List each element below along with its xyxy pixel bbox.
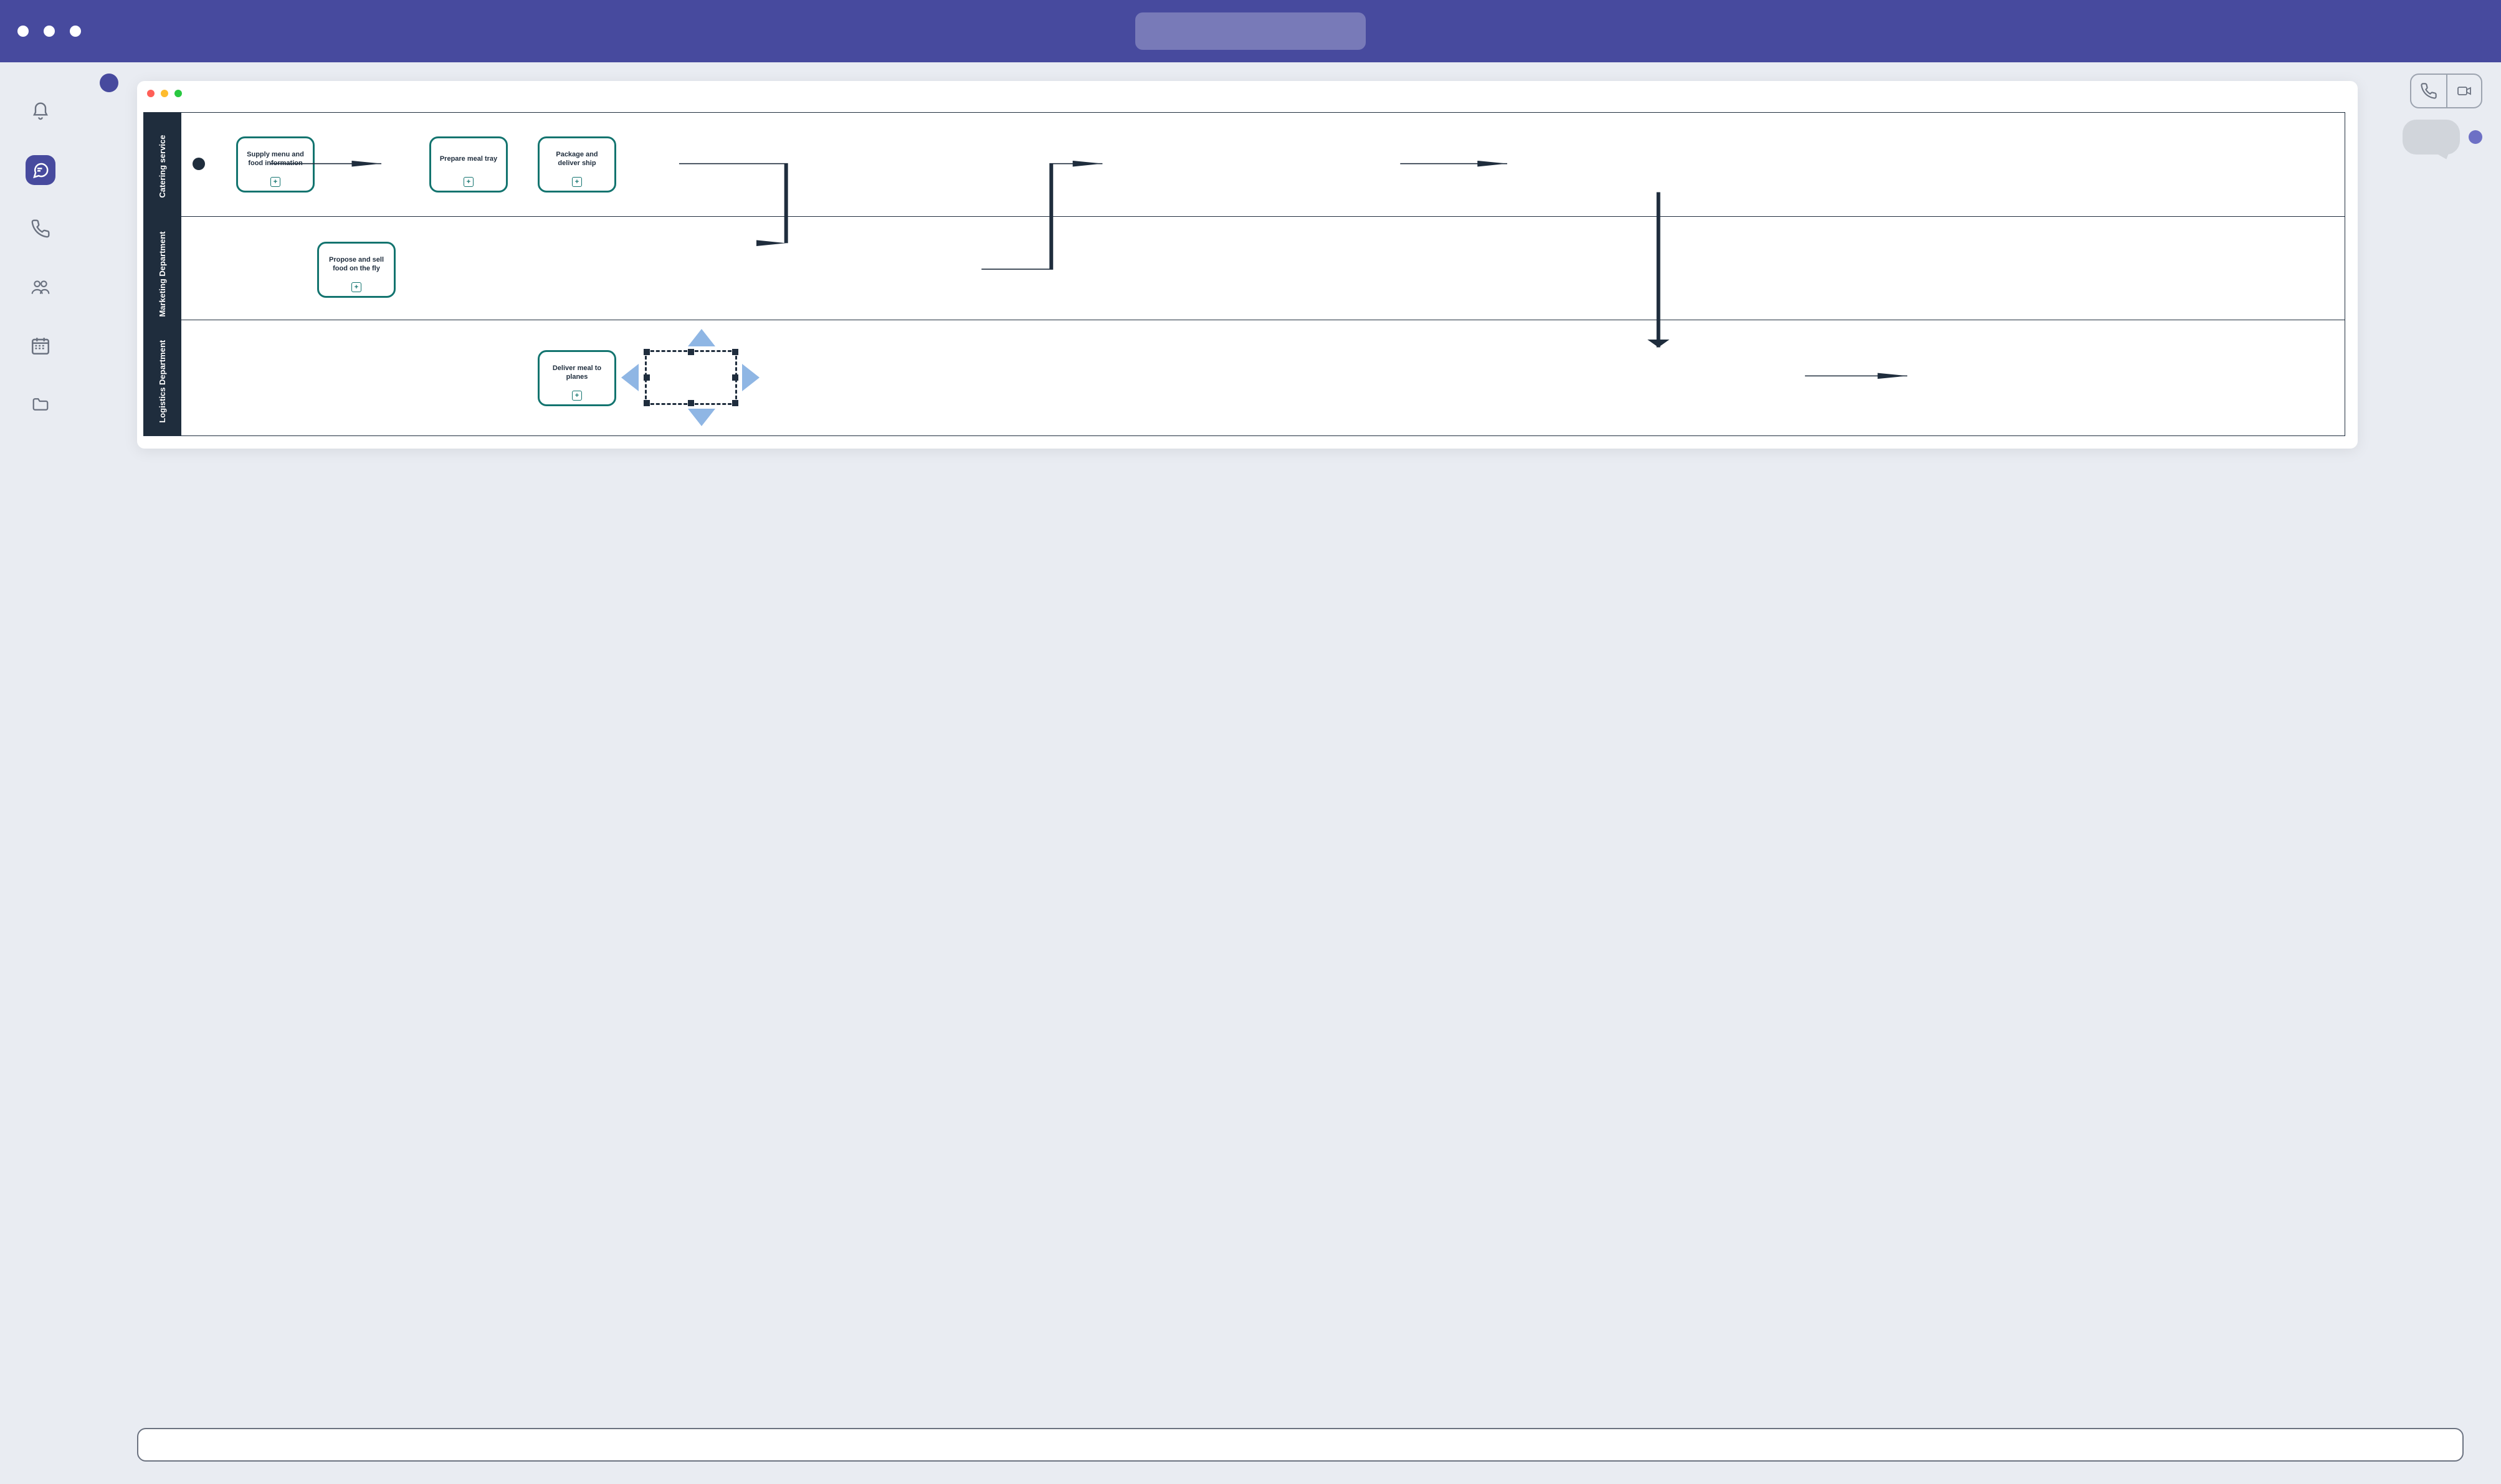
traffic-light-dot — [17, 26, 29, 37]
message-input[interactable] — [137, 1428, 2464, 1462]
start-event[interactable] — [193, 158, 205, 170]
task-label: Propose and sell food on the fly — [324, 246, 389, 282]
lane-label: Marketing Department — [144, 221, 181, 328]
selected-placeholder[interactable] — [642, 350, 761, 407]
inner-window-controls — [137, 81, 2358, 106]
subprocess-marker: + — [572, 391, 582, 401]
task-label: Prepare meal tray — [440, 141, 497, 177]
bpmn-canvas[interactable]: Supply menu and food information + Prepa… — [181, 113, 2345, 435]
task-deliver[interactable]: Deliver meal to planes + — [538, 350, 616, 406]
subprocess-marker: + — [572, 177, 582, 187]
accent-dot — [100, 74, 118, 92]
bpmn-pool: Catering service Marketing Department Lo… — [143, 112, 2345, 436]
traffic-light-dot — [44, 26, 55, 37]
maximize-icon[interactable] — [174, 90, 182, 97]
calendar-icon[interactable] — [26, 331, 55, 361]
call-controls — [2410, 74, 2482, 108]
task-package[interactable]: Package and deliver ship + — [538, 136, 616, 193]
close-icon[interactable] — [147, 90, 155, 97]
lane-label: Logistics Department — [144, 328, 181, 435]
task-label: Deliver meal to planes — [545, 354, 609, 391]
presence-dot — [2469, 130, 2482, 144]
diagram-window: Catering service Marketing Department Lo… — [137, 81, 2358, 449]
chat-icon[interactable] — [26, 155, 55, 185]
task-label: Supply menu and food information — [243, 141, 308, 177]
task-supply[interactable]: Supply menu and food information + — [236, 136, 315, 193]
lane-label: Catering service — [144, 113, 181, 221]
calls-icon[interactable] — [26, 214, 55, 244]
search-input[interactable] — [1135, 12, 1366, 50]
task-propose[interactable]: Propose and sell food on the fly + — [317, 242, 396, 298]
app-titlebar — [0, 0, 2501, 62]
task-label: Package and deliver ship — [545, 141, 609, 177]
subprocess-marker: + — [351, 282, 361, 292]
video-call-button[interactable] — [2446, 75, 2481, 107]
people-icon[interactable] — [26, 272, 55, 302]
window-traffic-lights — [17, 26, 81, 37]
traffic-light-dot — [70, 26, 81, 37]
left-nav — [0, 62, 81, 1484]
minimize-icon[interactable] — [161, 90, 168, 97]
files-icon[interactable] — [26, 389, 55, 419]
subprocess-marker: + — [270, 177, 280, 187]
subprocess-marker: + — [464, 177, 474, 187]
task-prepare[interactable]: Prepare meal tray + — [429, 136, 508, 193]
speech-bubble-icon — [2403, 120, 2460, 155]
audio-call-button[interactable] — [2411, 75, 2446, 107]
notifications-icon[interactable] — [26, 97, 55, 126]
